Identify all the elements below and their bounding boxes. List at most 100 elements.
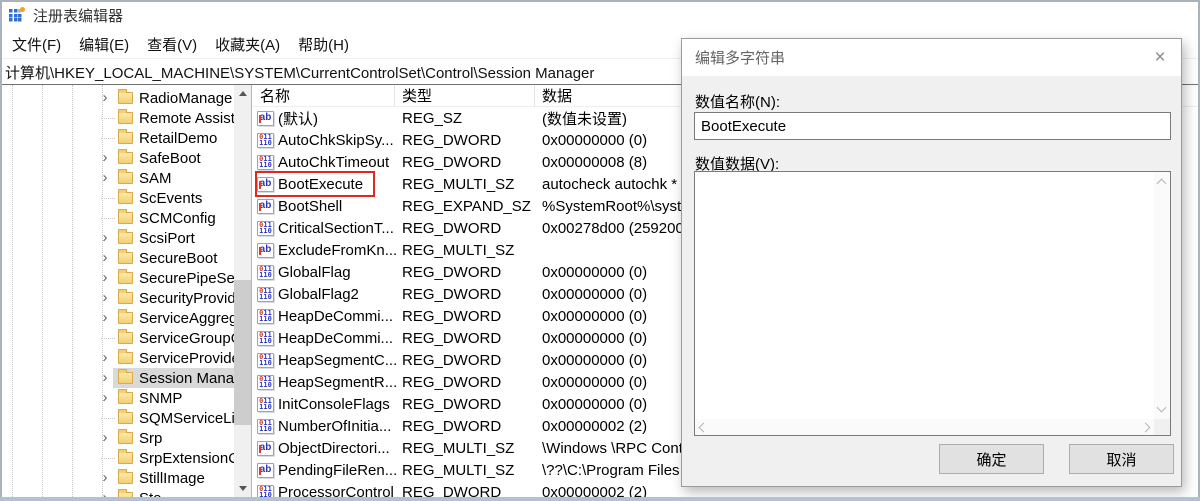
value-type-icon: ab <box>257 111 274 126</box>
value-type: REG_DWORD <box>395 308 535 325</box>
textarea-horizontal-scrollbar[interactable] <box>695 419 1154 435</box>
chevron-right-icon[interactable]: › <box>103 171 108 185</box>
tree-item-label: RadioManage <box>139 90 234 107</box>
tree-item-label: Srp <box>139 430 164 447</box>
folder-icon <box>118 472 133 484</box>
value-name: ProcessorControl <box>278 484 394 498</box>
key-tree-panel: › RadioManage Remote Assist RetailDemo ›… <box>0 85 252 497</box>
chevron-right-icon[interactable]: › <box>103 251 108 265</box>
tree-item[interactable]: › Srp <box>0 428 235 448</box>
scroll-down-arrow-icon[interactable] <box>234 480 251 497</box>
folder-icon <box>118 412 133 424</box>
tree-item[interactable]: RetailDemo <box>0 128 235 148</box>
window-border-bottom[interactable] <box>0 497 1200 501</box>
value-data-textarea[interactable] <box>694 171 1171 436</box>
value-type-icon: 011110 <box>257 133 274 148</box>
value-type: REG_DWORD <box>395 484 535 498</box>
tree-item-label: SQMServiceLi <box>139 410 235 427</box>
value-type: REG_DWORD <box>395 264 535 281</box>
value-name: NumberOfInitia... <box>278 418 391 435</box>
value-type-icon: 011110 <box>257 265 274 280</box>
menu-item[interactable]: 帮助(H) <box>289 30 358 58</box>
chevron-right-icon[interactable]: › <box>103 91 108 105</box>
folder-icon <box>118 232 133 244</box>
textarea-vertical-scrollbar[interactable] <box>1154 172 1170 419</box>
cancel-button[interactable]: 取消 <box>1069 444 1174 474</box>
value-name: PendingFileRen... <box>278 462 397 479</box>
scroll-up-arrow-icon[interactable] <box>1157 179 1167 189</box>
value-name: HeapSegmentR... <box>278 374 397 391</box>
scroll-left-arrow-icon[interactable] <box>699 422 709 432</box>
value-name: (默认) <box>278 108 318 129</box>
edit-multi-string-dialog: 编辑多字符串 × 数值名称(N): 数值数据(V): 确定 取消 <box>681 38 1182 487</box>
tree-item-label: SafeBoot <box>139 150 203 167</box>
value-name: GlobalFlag2 <box>278 286 359 303</box>
tree-item[interactable]: › ServiceProvide <box>0 348 235 368</box>
ok-button[interactable]: 确定 <box>939 444 1044 474</box>
scroll-right-arrow-icon[interactable] <box>1141 422 1151 432</box>
value-type-icon: 011110 <box>257 331 274 346</box>
tree-item-label: SNMP <box>139 390 184 407</box>
menu-item[interactable]: 收藏夹(A) <box>206 30 289 58</box>
tree-item[interactable]: › StillImage <box>0 468 235 488</box>
scroll-up-arrow-icon[interactable] <box>234 85 251 102</box>
tree-item[interactable]: › Session Mana <box>0 368 235 388</box>
tree-item[interactable]: › SecureBoot <box>0 248 235 268</box>
chevron-right-icon[interactable]: › <box>103 151 108 165</box>
value-type: REG_DWORD <box>395 330 535 347</box>
tree-item[interactable]: › Sto <box>0 488 235 497</box>
tree-item[interactable]: › RadioManage <box>0 88 235 108</box>
value-name: AutoChkSkipSy... <box>278 132 394 149</box>
folder-icon <box>118 152 133 164</box>
column-header-name[interactable]: 名称 <box>253 85 395 106</box>
chevron-right-icon[interactable]: › <box>103 371 108 385</box>
menu-item[interactable]: 编辑(E) <box>70 30 138 58</box>
tree-item[interactable]: › SNMP <box>0 388 235 408</box>
chevron-right-icon[interactable]: › <box>103 231 108 245</box>
value-name: HeapDeCommi... <box>278 308 393 325</box>
tree-item-label: SAM <box>139 170 174 187</box>
value-type: REG_MULTI_SZ <box>395 176 535 193</box>
tree-item-label: Sto <box>139 490 164 498</box>
tree-item[interactable]: ScEvents <box>0 188 235 208</box>
value-type: REG_DWORD <box>395 374 535 391</box>
menu-item[interactable]: 查看(V) <box>138 30 206 58</box>
close-icon[interactable]: × <box>1147 45 1173 71</box>
value-name: BootExecute <box>278 176 363 193</box>
tree-item[interactable]: › SecurePipeSer <box>0 268 235 288</box>
value-name-input[interactable] <box>694 112 1171 140</box>
value-type-icon: ab <box>257 243 274 258</box>
scrollbar-thumb[interactable] <box>234 280 251 425</box>
folder-icon <box>118 372 133 384</box>
chevron-right-icon[interactable]: › <box>103 311 108 325</box>
folder-icon <box>118 292 133 304</box>
value-type: REG_DWORD <box>395 418 535 435</box>
value-type-icon: 011110 <box>257 155 274 170</box>
tree-scrollbar[interactable] <box>234 85 251 497</box>
tree-item-label: ServiceProvide <box>139 350 235 367</box>
tree-item[interactable]: ServiceGroupO <box>0 328 235 348</box>
tree-item[interactable]: › SafeBoot <box>0 148 235 168</box>
tree-item[interactable]: › ScsiPort <box>0 228 235 248</box>
chevron-right-icon[interactable]: › <box>103 271 108 285</box>
tree-item[interactable]: SCMConfig <box>0 208 235 228</box>
scroll-down-arrow-icon[interactable] <box>1157 403 1167 413</box>
tree-item[interactable]: SQMServiceLi <box>0 408 235 428</box>
tree-item[interactable]: › SAM <box>0 168 235 188</box>
menu-item[interactable]: 文件(F) <box>3 30 70 58</box>
tree-item[interactable]: SrpExtensionC <box>0 448 235 468</box>
chevron-right-icon[interactable]: › <box>103 291 108 305</box>
value-type-icon: 011110 <box>257 397 274 412</box>
value-type: REG_SZ <box>395 110 535 127</box>
value-name-label: 数值名称(N): <box>695 91 780 112</box>
tree-item[interactable]: › ServiceAggreg <box>0 308 235 328</box>
column-header-type[interactable]: 类型 <box>395 85 535 106</box>
tree-item[interactable]: Remote Assist <box>0 108 235 128</box>
tree-item[interactable]: › SecurityProvid <box>0 288 235 308</box>
chevron-right-icon[interactable]: › <box>103 471 108 485</box>
chevron-right-icon[interactable]: › <box>103 431 108 445</box>
value-type-icon: 011110 <box>257 419 274 434</box>
chevron-right-icon[interactable]: › <box>103 351 108 365</box>
value-type-icon: 011110 <box>257 287 274 302</box>
chevron-right-icon[interactable]: › <box>103 391 108 405</box>
